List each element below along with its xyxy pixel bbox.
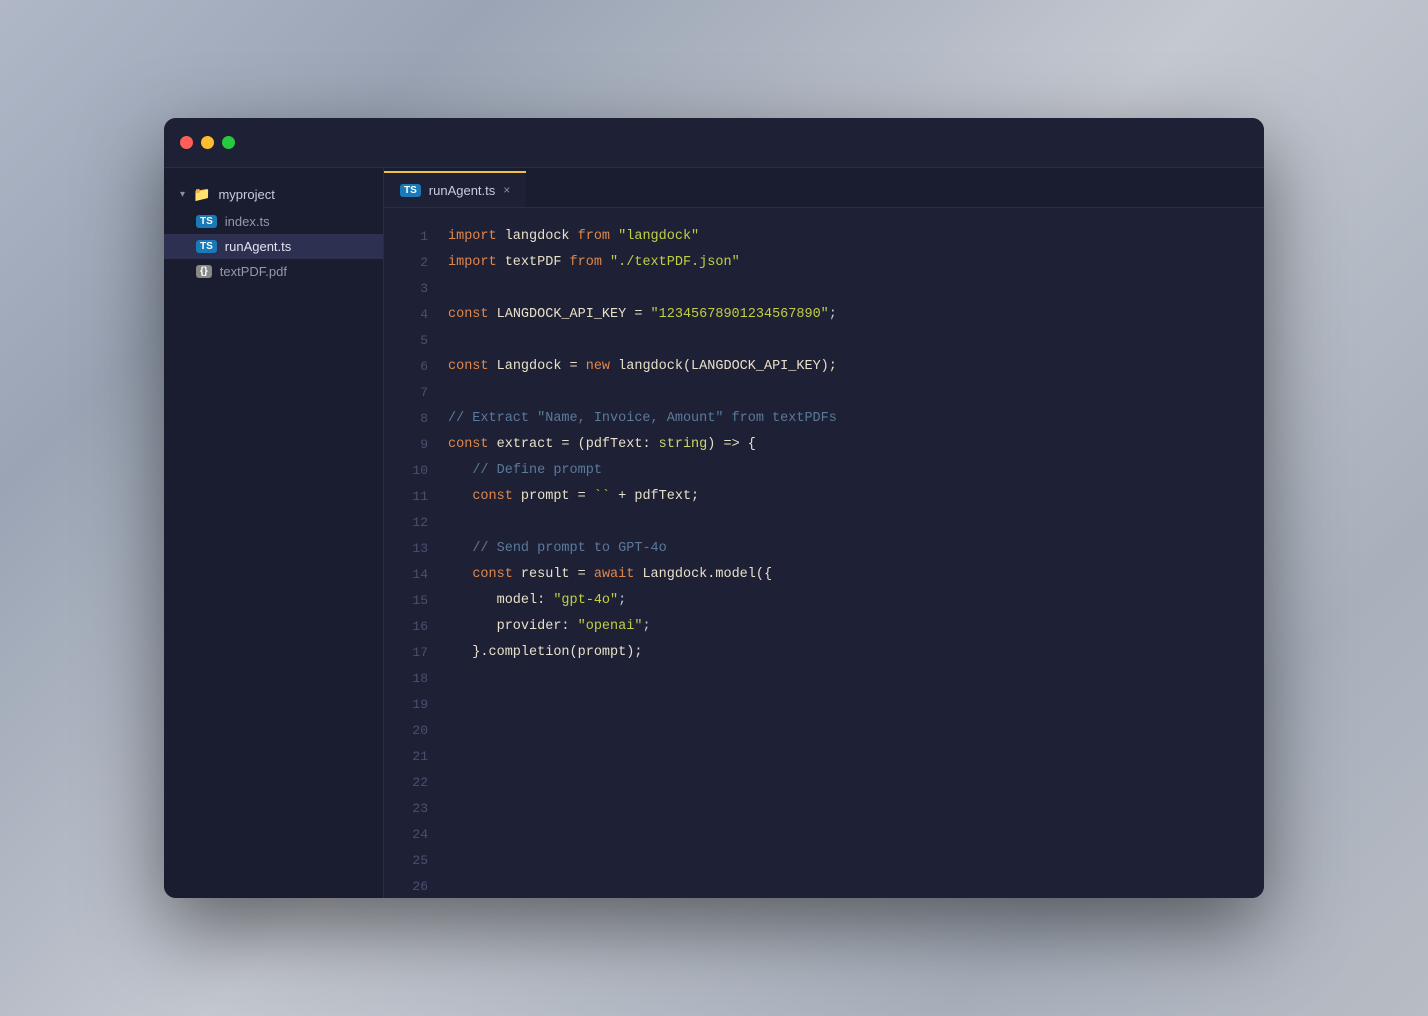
code-line-5 xyxy=(448,328,1264,354)
code-line-9: const extract = (pdfText: string) => { xyxy=(448,432,1264,458)
line-numbers: 12345 678910 1112131415 1617181920 21222… xyxy=(384,208,440,898)
editor-window: ▾ 📁 myproject TS index.ts TS runAgent.ts… xyxy=(164,118,1264,898)
code-line-12 xyxy=(448,510,1264,536)
sidebar-item-runagent-ts[interactable]: TS runAgent.ts xyxy=(164,234,383,259)
code-line-16: provider: "openai"; xyxy=(448,614,1264,640)
main-content: ▾ 📁 myproject TS index.ts TS runAgent.ts… xyxy=(164,168,1264,898)
code-line-19 xyxy=(448,692,1264,718)
code-line-18 xyxy=(448,666,1264,692)
traffic-lights xyxy=(180,136,235,149)
tab-filename: runAgent.ts xyxy=(429,183,496,198)
code-line-11: const prompt = `` + pdfText; xyxy=(448,484,1264,510)
file-name: index.ts xyxy=(225,214,270,229)
tab-close-icon[interactable]: × xyxy=(503,183,510,197)
code-line-15: model: "gpt-4o"; xyxy=(448,588,1264,614)
file-name: textPDF.pdf xyxy=(220,264,287,279)
sidebar-project[interactable]: ▾ 📁 myproject xyxy=(164,180,383,209)
project-name: myproject xyxy=(218,187,274,202)
code-line-26 xyxy=(448,874,1264,898)
folder-icon: 📁 xyxy=(193,186,210,203)
code-line-1: import langdock from "langdock" xyxy=(448,224,1264,250)
code-editor[interactable]: 12345 678910 1112131415 1617181920 21222… xyxy=(384,208,1264,898)
code-line-3 xyxy=(448,276,1264,302)
code-line-6: const Langdock = new langdock(LANGDOCK_A… xyxy=(448,354,1264,380)
sidebar-item-index-ts[interactable]: TS index.ts xyxy=(164,209,383,234)
code-line-21 xyxy=(448,744,1264,770)
maximize-button[interactable] xyxy=(222,136,235,149)
minimize-button[interactable] xyxy=(201,136,214,149)
file-name: runAgent.ts xyxy=(225,239,292,254)
editor-area: TS runAgent.ts × 12345 678910 1112131415… xyxy=(384,168,1264,898)
code-line-10: // Define prompt xyxy=(448,458,1264,484)
json-badge: {} xyxy=(196,265,212,278)
code-line-23 xyxy=(448,796,1264,822)
title-bar xyxy=(164,118,1264,168)
chevron-icon: ▾ xyxy=(180,189,185,200)
code-line-24 xyxy=(448,822,1264,848)
code-line-20 xyxy=(448,718,1264,744)
ts-badge: TS xyxy=(196,240,217,253)
tab-bar: TS runAgent.ts × xyxy=(384,168,1264,208)
code-content: import langdock from "langdock" import t… xyxy=(440,208,1264,898)
code-line-22 xyxy=(448,770,1264,796)
sidebar: ▾ 📁 myproject TS index.ts TS runAgent.ts… xyxy=(164,168,384,898)
code-line-7 xyxy=(448,380,1264,406)
code-line-8: // Extract "Name, Invoice, Amount" from … xyxy=(448,406,1264,432)
code-line-2: import textPDF from "./textPDF.json" xyxy=(448,250,1264,276)
ts-badge: TS xyxy=(196,215,217,228)
code-line-14: const result = await Langdock.model({ xyxy=(448,562,1264,588)
code-line-13: // Send prompt to GPT-4o xyxy=(448,536,1264,562)
tab-ts-badge: TS xyxy=(400,184,421,197)
close-button[interactable] xyxy=(180,136,193,149)
sidebar-item-textpdf[interactable]: {} textPDF.pdf xyxy=(164,259,383,284)
active-tab[interactable]: TS runAgent.ts × xyxy=(384,171,526,207)
code-line-4: const LANGDOCK_API_KEY = "12345678901234… xyxy=(448,302,1264,328)
code-line-17: }.completion(prompt); xyxy=(448,640,1264,666)
code-line-25 xyxy=(448,848,1264,874)
